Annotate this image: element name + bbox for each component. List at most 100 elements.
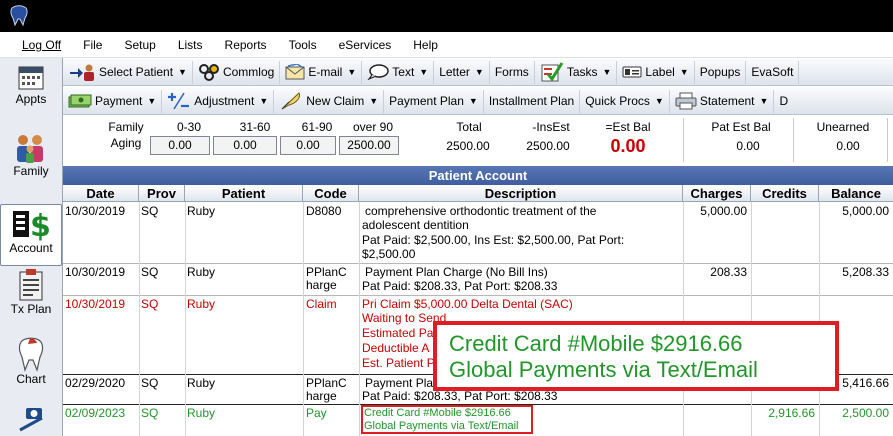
cell-date: 02/29/2020 bbox=[65, 376, 126, 390]
menu-setup[interactable]: Setup bbox=[113, 38, 166, 52]
menu-file[interactable]: File bbox=[72, 38, 113, 52]
menu-tools[interactable]: Tools bbox=[278, 38, 328, 52]
text-button[interactable]: Text ▼ bbox=[362, 60, 435, 84]
column-date[interactable]: Date bbox=[63, 185, 139, 202]
chevron-down-icon[interactable]: ▼ bbox=[655, 96, 664, 106]
account-toolbar: Payment ▼ Adjustment ▼ New Claim ▼ Payment … bbox=[63, 88, 893, 115]
grid-title: Patient Account bbox=[63, 166, 893, 185]
module-label: Appts bbox=[15, 92, 47, 106]
patient-icon bbox=[70, 64, 94, 81]
adjustment-button[interactable]: Adjustment ▼ bbox=[162, 89, 275, 113]
payment-plan-button[interactable]: Payment Plan ▼ bbox=[384, 89, 484, 113]
module-chart[interactable]: Chart bbox=[0, 336, 62, 396]
menu-help[interactable]: Help bbox=[402, 38, 449, 52]
popups-button[interactable]: Popups bbox=[695, 60, 747, 84]
evasoft-button[interactable]: EvaSoft bbox=[746, 60, 800, 84]
cell-code: PPlanC harge bbox=[306, 376, 347, 403]
aging-31-60-value: 0.00 bbox=[213, 136, 277, 155]
quick-procs-button[interactable]: Quick Procs ▼ bbox=[580, 89, 670, 113]
chevron-down-icon[interactable]: ▼ bbox=[347, 67, 356, 77]
cell-date: 10/30/2019 bbox=[65, 204, 126, 218]
chevron-down-icon[interactable]: ▼ bbox=[147, 96, 156, 106]
chevron-down-icon[interactable]: ▼ bbox=[259, 96, 268, 106]
chevron-down-icon[interactable]: ▼ bbox=[369, 96, 378, 106]
chevron-down-icon[interactable]: ▼ bbox=[760, 96, 769, 106]
column-description[interactable]: Description bbox=[359, 185, 683, 202]
cell-patient: Ruby bbox=[187, 297, 216, 311]
label-button[interactable]: Label ▼ bbox=[617, 60, 695, 84]
main-toolbar: Select Patient ▼ Commlog E-mail ▼ Text ▼ Le… bbox=[63, 59, 893, 86]
column-charges[interactable]: Charges bbox=[683, 185, 751, 202]
cell-balance: 5,000.00 bbox=[842, 204, 889, 218]
column-patient[interactable]: Patient bbox=[185, 185, 303, 202]
cash-icon bbox=[68, 94, 92, 108]
family-label: Family bbox=[108, 120, 144, 134]
table-row[interactable]: 10/30/2019 SQ Ruby PPlanC harge Payment … bbox=[63, 265, 893, 295]
cell-patient: Ruby bbox=[187, 204, 216, 218]
cell-code: Pay bbox=[306, 406, 327, 420]
module-family[interactable]: Family bbox=[0, 132, 62, 190]
quill-pen-icon bbox=[281, 92, 301, 110]
aging-31-60-label: 31-60 bbox=[239, 120, 271, 134]
commlog-icon bbox=[198, 64, 219, 81]
column-prov[interactable]: Prov bbox=[139, 185, 185, 202]
new-claim-button[interactable]: New Claim ▼ bbox=[274, 89, 385, 113]
tasks-button[interactable]: Tasks ▼ bbox=[535, 60, 618, 84]
installment-plan-button[interactable]: Installment Plan bbox=[484, 89, 581, 113]
chevron-down-icon[interactable]: ▼ bbox=[469, 96, 478, 106]
chevron-down-icon[interactable]: ▼ bbox=[178, 67, 187, 77]
select-patient-button[interactable]: Select Patient ▼ bbox=[63, 60, 193, 84]
module-label: Tx Plan bbox=[10, 302, 52, 316]
speech-bubble-icon bbox=[367, 64, 390, 80]
cell-description: $2,500.00 bbox=[362, 247, 416, 261]
cell-balance: 5,208.33 bbox=[842, 265, 889, 279]
cell-code: PPlanC harge bbox=[306, 265, 347, 292]
menu-lists[interactable]: Lists bbox=[167, 38, 214, 52]
module-label: Family bbox=[13, 164, 49, 178]
column-code[interactable]: Code bbox=[303, 185, 359, 202]
cell-prov: SQ bbox=[141, 204, 159, 218]
cell-description: adolescent dentition bbox=[362, 218, 469, 232]
payment-highlight-outline bbox=[361, 405, 533, 434]
module-label: Chart bbox=[16, 372, 46, 386]
unearned-label: Unearned bbox=[816, 120, 870, 134]
column-credits[interactable]: Credits bbox=[751, 185, 819, 202]
callout-line-2: Global Payments via Text/Email bbox=[449, 357, 758, 382]
tasks-checklist-icon bbox=[541, 62, 564, 82]
menu-reports[interactable]: Reports bbox=[214, 38, 278, 52]
aging-0-30-label: 0-30 bbox=[176, 120, 202, 134]
column-balance[interactable]: Balance bbox=[819, 185, 893, 202]
pat-est-bal-value: 0.00 bbox=[736, 139, 760, 153]
payment-button[interactable]: Payment ▼ bbox=[63, 89, 163, 113]
menu-log-off[interactable]: Log Off bbox=[0, 38, 72, 52]
statement-button[interactable]: Statement ▼ bbox=[670, 89, 775, 113]
module-account[interactable]: $ Account bbox=[0, 204, 62, 266]
cell-patient: Ruby bbox=[187, 376, 216, 390]
cell-date: 10/30/2019 bbox=[65, 265, 126, 279]
module-bar: Appts Family $ Account Tx Plan Chart bbox=[0, 58, 63, 436]
cell-description: Pri Claim $5,000.00 Delta Dental (SAC) bbox=[362, 297, 573, 311]
cell-description: Estimated Pa bbox=[362, 326, 434, 340]
pat-est-bal-label: Pat Est Bal bbox=[711, 120, 771, 134]
menu-bar: Log Off File Setup Lists Reports Tools e… bbox=[0, 32, 893, 58]
chevron-down-icon[interactable]: ▼ bbox=[603, 67, 612, 77]
commlog-button[interactable]: Commlog bbox=[193, 60, 281, 84]
module-imaging[interactable] bbox=[0, 404, 62, 434]
total-label: Total bbox=[456, 120, 482, 134]
chevron-down-icon[interactable]: ▼ bbox=[419, 67, 428, 77]
chevron-down-icon[interactable]: ▼ bbox=[475, 67, 484, 77]
letter-button[interactable]: Letter ▼ bbox=[434, 60, 490, 84]
family-icon bbox=[17, 135, 43, 163]
email-button[interactable]: E-mail ▼ bbox=[280, 60, 363, 84]
module-tx-plan[interactable]: Tx Plan bbox=[0, 268, 62, 326]
table-row[interactable]: 10/30/2019 SQ Ruby D8080 comprehensive o… bbox=[63, 204, 893, 262]
cell-patient: Ruby bbox=[187, 406, 216, 420]
overflow-button[interactable]: D bbox=[774, 90, 793, 113]
module-appts[interactable]: Appts bbox=[0, 62, 62, 120]
cell-charges: 5,000.00 bbox=[700, 204, 747, 218]
chevron-down-icon[interactable]: ▼ bbox=[680, 67, 689, 77]
forms-button[interactable]: Forms bbox=[490, 60, 535, 84]
email-icon bbox=[285, 64, 305, 80]
menu-eservices[interactable]: eServices bbox=[328, 38, 403, 52]
plus-minus-icon bbox=[168, 92, 190, 110]
